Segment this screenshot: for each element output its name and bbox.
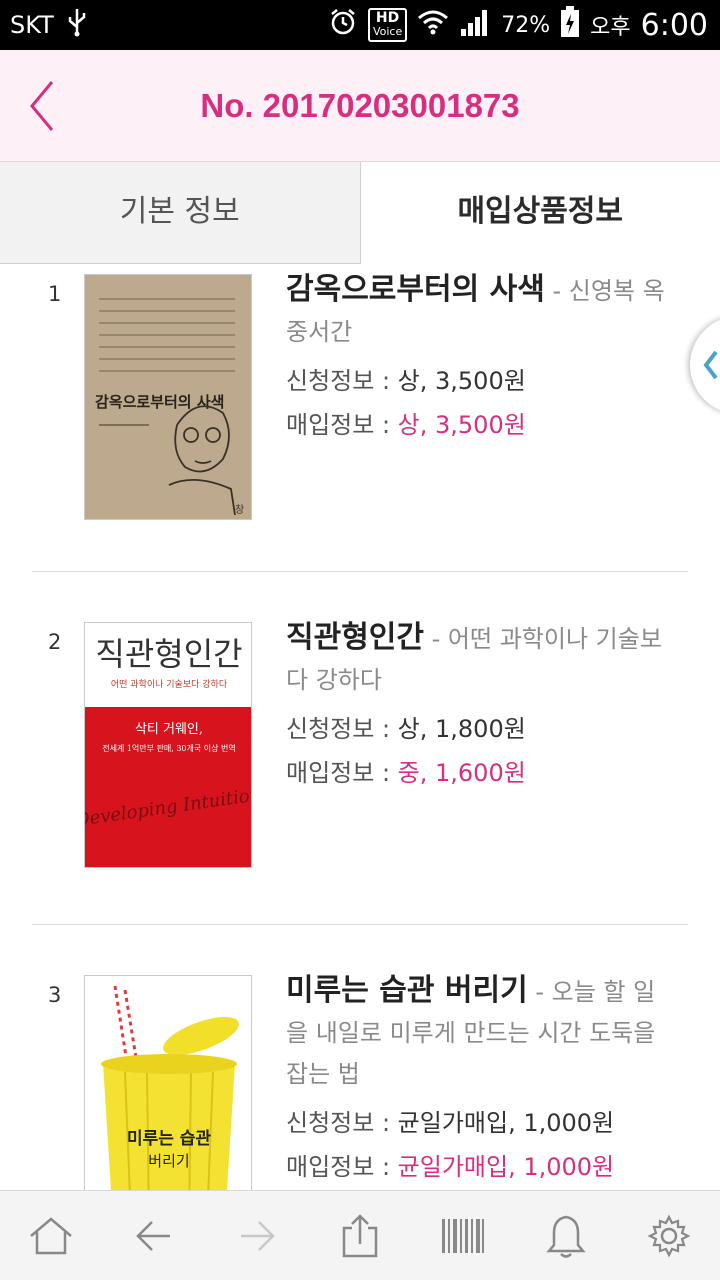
battery-percent: 72% bbox=[501, 12, 551, 38]
request-label: 신청정보 : bbox=[286, 367, 398, 395]
cover-title-text: 직관형인간 bbox=[95, 635, 242, 673]
item-number: 3 bbox=[48, 983, 62, 1007]
ampm-label: 오후 bbox=[590, 15, 631, 40]
cover-author-text: 삭티 거웨인, bbox=[135, 722, 203, 737]
status-bar: SKT HD Voice 72% 오후 6:00 bbox=[0, 0, 720, 50]
wifi-icon bbox=[417, 8, 449, 42]
tab-purchase-items[interactable]: 매입상품정보 bbox=[360, 162, 720, 264]
purchase-value: 중, 1,600원 bbox=[397, 759, 526, 787]
clock-time: 6:00 bbox=[640, 7, 708, 43]
alarm-icon bbox=[328, 7, 358, 43]
page-title: No. 20170203001873 bbox=[200, 87, 520, 124]
list-item[interactable]: 2 직관형인간 어떤 과학이나 기술보다 강하다 삭티 거웨인, 전세계 1억만… bbox=[32, 572, 688, 925]
back-arrow-icon bbox=[136, 1220, 171, 1251]
barcode-button[interactable] bbox=[411, 1191, 514, 1280]
back-button[interactable] bbox=[20, 78, 70, 134]
request-label: 신청정보 : bbox=[286, 1109, 398, 1137]
purchase-value: 상, 3,500원 bbox=[397, 411, 526, 439]
svg-text:창: 창 bbox=[235, 504, 244, 516]
carrier-label: SKT bbox=[10, 11, 54, 39]
header-bar: No. 20170203001873 bbox=[0, 50, 720, 162]
purchase-item-list: 1 감옥으로부터의 사색 창 감옥으로부터의 사색 - 신영복 옥중서간 신청정… bbox=[0, 264, 720, 1190]
book-title: 감옥으로부터의 사색 bbox=[286, 272, 545, 307]
request-value: 상, 1,800원 bbox=[397, 715, 526, 743]
book-title: 미루는 습관 버리기 bbox=[286, 973, 528, 1008]
notification-button[interactable] bbox=[514, 1191, 617, 1280]
book-title: 직관형인간 bbox=[286, 620, 424, 655]
tab-bar: 기본 정보 매입상품정보 bbox=[0, 162, 720, 264]
chevron-left-icon bbox=[703, 350, 718, 380]
signal-icon bbox=[459, 7, 491, 43]
item-number: 2 bbox=[48, 630, 62, 654]
item-info: 감옥으로부터의 사색 - 신영복 옥중서간 신청정보 : 상, 3,500원 매… bbox=[286, 270, 666, 450]
item-info: 미루는 습관 버리기 - 오늘 할 일을 내일로 미루게 만드는 시간 도둑을 … bbox=[286, 971, 666, 1190]
tab-basic-info[interactable]: 기본 정보 bbox=[0, 162, 361, 264]
chevron-left-icon bbox=[30, 81, 54, 131]
request-label: 신청정보 : bbox=[286, 715, 398, 743]
request-value: 균일가매입, 1,000원 bbox=[397, 1109, 615, 1137]
usb-icon bbox=[66, 7, 88, 43]
battery-charging-icon bbox=[560, 6, 580, 44]
share-button[interactable] bbox=[309, 1191, 412, 1280]
gear-icon bbox=[647, 1214, 691, 1257]
cover-subtitle-text: 어떤 과학이나 기술보다 강하다 bbox=[111, 679, 228, 690]
bottom-toolbar bbox=[0, 1190, 720, 1280]
settings-button[interactable] bbox=[617, 1191, 720, 1280]
purchase-label: 매입정보 : bbox=[286, 1153, 398, 1181]
item-number: 1 bbox=[48, 282, 62, 306]
home-icon bbox=[30, 1216, 73, 1254]
barcode-icon bbox=[441, 1218, 484, 1253]
cover-desc-text: 전세계 1억만부 판매, 30개국 이상 번역 bbox=[102, 743, 236, 753]
share-icon bbox=[342, 1213, 378, 1257]
hd-voice-badge: HD Voice bbox=[367, 8, 408, 42]
request-value: 상, 3,500원 bbox=[397, 367, 526, 395]
book-cover: 직관형인간 어떤 과학이나 기술보다 강하다 삭티 거웨인, 전세계 1억만부 … bbox=[84, 622, 252, 868]
bell-icon bbox=[546, 1215, 586, 1258]
forward-arrow-icon bbox=[241, 1220, 275, 1251]
list-item[interactable]: 1 감옥으로부터의 사색 창 감옥으로부터의 사색 - 신영복 옥중서간 신청정… bbox=[32, 264, 688, 572]
cover-title-text-2: 버리기 bbox=[148, 1152, 189, 1170]
browser-back-button[interactable] bbox=[103, 1191, 206, 1280]
cover-title-text: 미루는 습관 bbox=[127, 1129, 211, 1149]
book-cover: 미루는 습관 버리기 bbox=[84, 975, 252, 1190]
purchase-label: 매입정보 : bbox=[286, 759, 398, 787]
list-item[interactable]: 3 미루는 습관 버리기 미루는 습관 버리기 - 오늘 할 일을 내일로 미루… bbox=[32, 925, 688, 1190]
purchase-value: 균일가매입, 1,000원 bbox=[397, 1153, 615, 1181]
home-button[interactable] bbox=[0, 1191, 103, 1280]
browser-forward-button[interactable] bbox=[206, 1191, 309, 1280]
book-cover: 감옥으로부터의 사색 창 bbox=[84, 274, 252, 520]
item-info: 직관형인간 - 어떤 과학이나 기술보다 강하다 신청정보 : 상, 1,800… bbox=[286, 618, 666, 798]
purchase-label: 매입정보 : bbox=[286, 411, 398, 439]
cover-title-text: 감옥으로부터의 사색 bbox=[95, 393, 224, 411]
